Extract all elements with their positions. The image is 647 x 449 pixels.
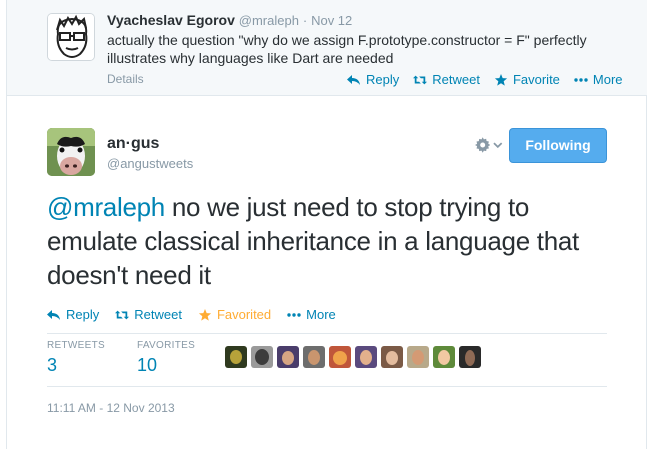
- favoriter-avatar[interactable]: [225, 346, 247, 368]
- star-icon: [198, 308, 212, 321]
- favoriter-avatar[interactable]: [355, 346, 377, 368]
- favoriter-avatar[interactable]: [251, 346, 273, 368]
- parent-favorite-button[interactable]: Favorite: [494, 72, 560, 87]
- star-icon: [494, 73, 508, 86]
- favorited-label: Favorited: [216, 307, 272, 322]
- parent-tweet-text: actually the question "why do we assign …: [107, 32, 587, 66]
- parent-action-bar: Reply Retweet Favorite More: [347, 72, 623, 87]
- author-name[interactable]: an·gus: [107, 135, 159, 153]
- separator-dot: ·: [302, 13, 308, 28]
- favorites-stat[interactable]: FAVORITES 10: [137, 340, 195, 376]
- divider: [47, 386, 607, 387]
- parent-author-name[interactable]: Vyacheslav Egorov: [107, 12, 235, 28]
- tweet-permalink-frame: Vyacheslav Egorov @mraleph · Nov 12 actu…: [6, 0, 647, 449]
- favorited-button[interactable]: Favorited: [198, 307, 271, 322]
- tweet-timestamp[interactable]: 11:11 AM - 12 Nov 2013: [47, 401, 175, 415]
- retweets-count[interactable]: 3: [47, 355, 105, 376]
- following-button[interactable]: Following: [509, 128, 607, 163]
- favoriter-avatar[interactable]: [433, 346, 455, 368]
- parent-reply-button[interactable]: Reply: [347, 72, 399, 87]
- reply-icon: [47, 309, 60, 320]
- reply-icon: [347, 74, 360, 85]
- tweet-text: @mraleph no we just need to stop trying …: [47, 190, 607, 292]
- parent-retweet-label: Retweet: [432, 72, 480, 87]
- parent-reply-label: Reply: [366, 72, 400, 87]
- parent-retweet-button[interactable]: Retweet: [413, 72, 480, 87]
- retweet-icon: [413, 75, 428, 84]
- gear-icon: [475, 137, 491, 153]
- chevron-down-icon: [493, 142, 503, 149]
- details-link[interactable]: Details: [107, 72, 144, 86]
- tweet-stats: RETWEETS 3 FAVORITES 10: [47, 340, 227, 376]
- user-actions-dropdown[interactable]: [475, 135, 503, 155]
- favoriter-avatar[interactable]: [381, 346, 403, 368]
- favoriter-avatar[interactable]: [303, 346, 325, 368]
- favoriter-avatar[interactable]: [407, 346, 429, 368]
- parent-more-button[interactable]: More: [574, 72, 623, 87]
- reply-label: Reply: [66, 307, 100, 322]
- retweet-icon: [115, 310, 130, 319]
- mention-link[interactable]: @mraleph: [47, 192, 165, 222]
- retweet-label: Retweet: [134, 307, 182, 322]
- parent-tweet[interactable]: Vyacheslav Egorov @mraleph · Nov 12 actu…: [7, 0, 647, 96]
- more-button[interactable]: More: [287, 307, 336, 322]
- more-dots-icon: [287, 312, 301, 317]
- favoriter-avatar[interactable]: [329, 346, 351, 368]
- favoriter-avatar[interactable]: [459, 346, 481, 368]
- parent-more-label: More: [592, 72, 623, 87]
- retweets-label: RETWEETS: [47, 340, 105, 351]
- more-dots-icon: [574, 77, 588, 82]
- favoriter-avatar[interactable]: [277, 346, 299, 368]
- more-label: More: [306, 307, 336, 322]
- parent-author-handle[interactable]: @mraleph: [239, 13, 299, 28]
- author-avatar[interactable]: [47, 128, 95, 176]
- author-handle[interactable]: @angustweets: [107, 156, 193, 171]
- parent-author[interactable]: Vyacheslav Egorov @mraleph · Nov 12: [107, 12, 352, 28]
- parent-favorite-label: Favorite: [512, 72, 560, 87]
- parent-date[interactable]: Nov 12: [311, 13, 352, 28]
- parent-avatar[interactable]: [47, 13, 95, 61]
- retweets-stat[interactable]: RETWEETS 3: [47, 340, 105, 376]
- favorites-label: FAVORITES: [136, 340, 196, 351]
- divider: [47, 333, 607, 334]
- favorites-count[interactable]: 10: [137, 355, 195, 376]
- reply-button[interactable]: Reply: [47, 307, 99, 322]
- favoriter-avatars: [225, 346, 481, 368]
- retweet-button[interactable]: Retweet: [115, 307, 182, 322]
- tweet-action-bar: Reply Retweet Favorited More: [47, 307, 336, 322]
